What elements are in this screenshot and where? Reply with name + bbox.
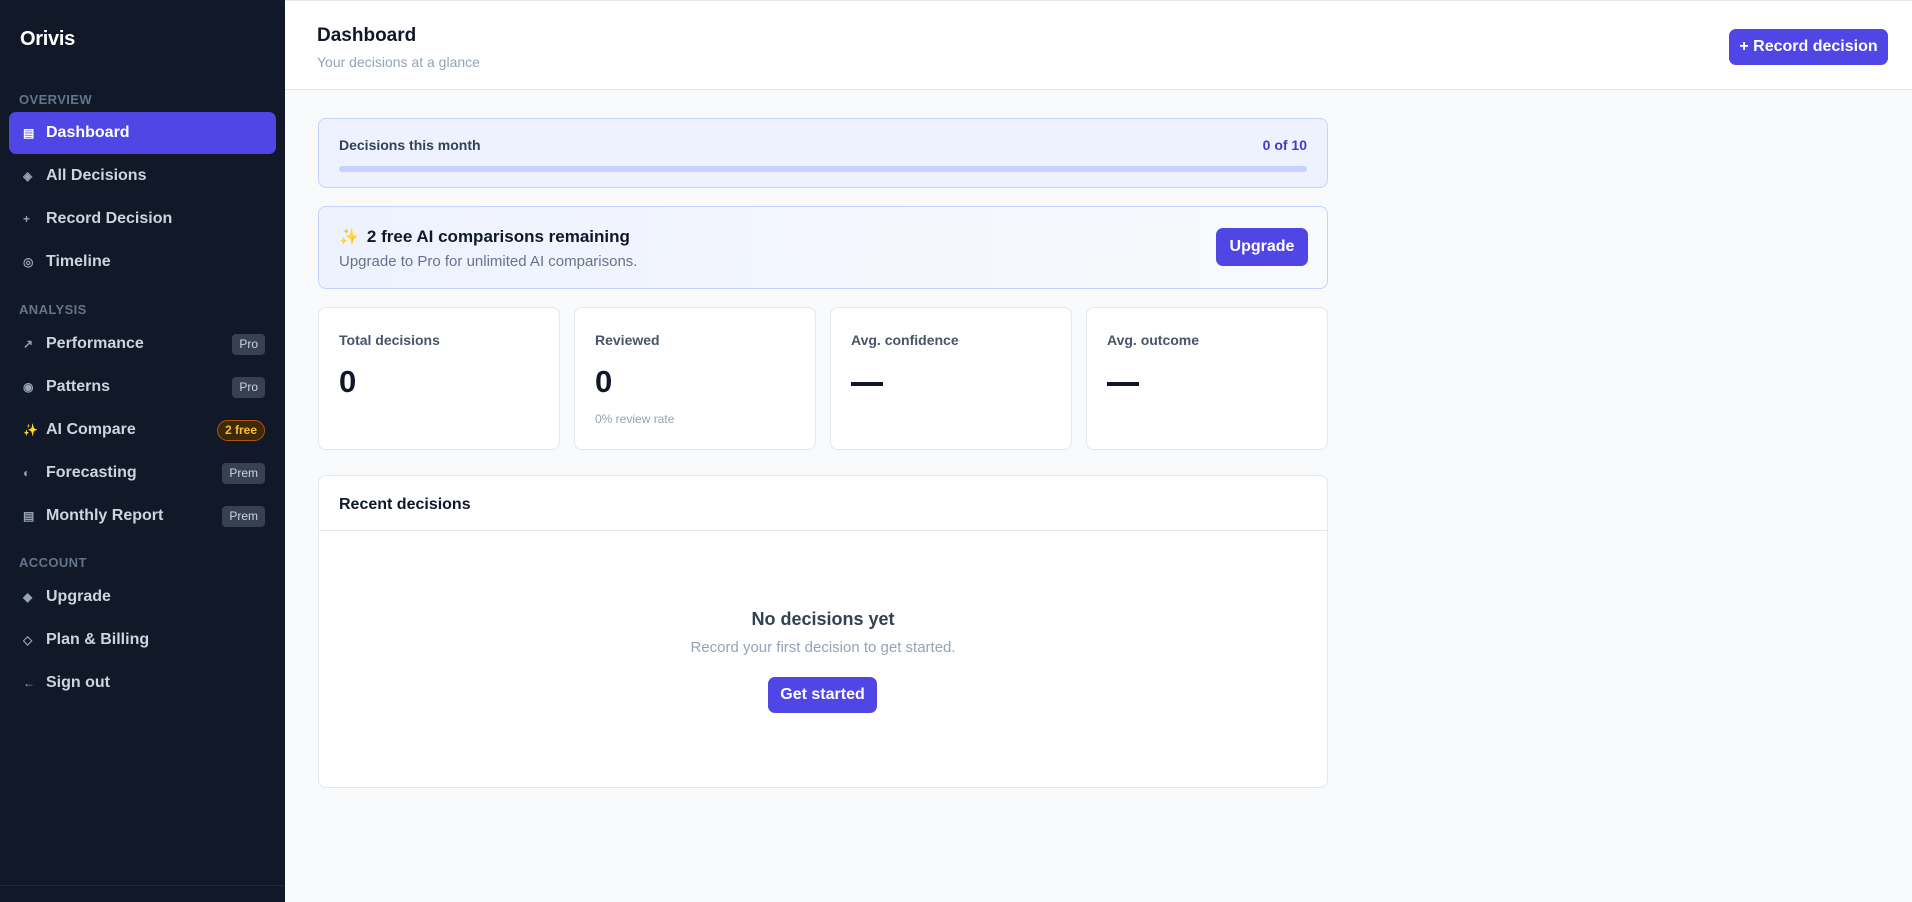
sidebar-item-record-decision[interactable]: + Record Decision — [9, 198, 276, 240]
stat-card-avg-confidence: Avg. confidence — — [830, 307, 1072, 450]
record-decision-button[interactable]: + Record decision — [1729, 29, 1888, 65]
sidebar-item-label: Upgrade — [46, 588, 111, 605]
sidebar-item-plan-billing[interactable]: ◇ Plan & Billing — [9, 619, 276, 661]
sparkles-icon: ✨ — [339, 229, 359, 246]
free-badge: 2 free — [216, 420, 265, 441]
empty-state-title: No decisions yet — [751, 609, 895, 629]
sidebar-item-label: Dashboard — [46, 124, 130, 141]
prem-badge: Prem — [222, 463, 265, 484]
sidebar-item-monthly-report[interactable]: ▤ Monthly Report Prem — [9, 495, 276, 537]
empty-value-dash — [851, 382, 883, 386]
report-icon: ▤ — [23, 509, 35, 523]
upgrade-icon: ◆ — [23, 590, 33, 604]
brand-logo[interactable]: Orivis — [20, 28, 75, 51]
sidebar-item-performance[interactable]: ↗ Performance Pro — [9, 323, 276, 365]
sidebar-item-dashboard[interactable]: ▤ Dashboard — [9, 112, 276, 154]
sidebar-item-ai-compare[interactable]: ✨ AI Compare 2 free — [9, 409, 276, 451]
stat-card-reviewed: Reviewed 0 0% review rate — [574, 307, 816, 450]
sidebar-item-label: Timeline — [46, 253, 111, 270]
recent-decisions-card: Recent decisions No decisions yet Record… — [318, 475, 1328, 788]
timeline-icon: ◎ — [23, 255, 34, 269]
ai-banner-title-row: ✨ 2 free AI comparisons remaining — [339, 227, 630, 247]
sidebar-item-label: Forecasting — [46, 464, 137, 481]
sidebar-item-label: Performance — [46, 335, 144, 352]
sidebar-item-timeline[interactable]: ◎ Timeline — [9, 241, 276, 283]
review-rate-note: 0% review rate — [595, 412, 675, 426]
stat-label: Avg. outcome — [1107, 332, 1200, 348]
patterns-icon: ◉ — [23, 380, 34, 394]
sidebar-item-label: Monthly Report — [46, 507, 164, 524]
sidebar-item-forecasting[interactable]: ◐ Forecasting Prem — [9, 452, 276, 494]
prem-badge: Prem — [222, 506, 265, 527]
section-label-analysis: ANALYSIS — [19, 302, 87, 317]
get-started-button[interactable]: Get started — [768, 677, 877, 713]
sidebar-item-label: AI Compare — [46, 421, 136, 438]
page-subtitle: Your decisions at a glance — [317, 54, 480, 70]
quota-label: Decisions this month — [339, 137, 481, 153]
stat-label: Reviewed — [595, 332, 660, 348]
sidebar-item-upgrade[interactable]: ◆ Upgrade — [9, 576, 276, 618]
stat-value: 0 — [595, 364, 613, 399]
plus-icon: + — [23, 212, 31, 226]
divider — [319, 530, 1327, 531]
sidebar: Orivis OVERVIEW ▤ Dashboard ◈ All Decisi… — [0, 0, 285, 902]
empty-state-subtitle: Record your first decision to get starte… — [690, 639, 956, 656]
quota-value: 0 of 10 — [1262, 137, 1307, 153]
quota-progress-bar — [339, 166, 1307, 172]
recent-decisions-title: Recent decisions — [339, 496, 471, 513]
stat-card-total-decisions: Total decisions 0 — [318, 307, 560, 450]
dashboard-icon: ▤ — [23, 126, 35, 140]
sidebar-item-patterns[interactable]: ◉ Patterns Pro — [9, 366, 276, 408]
pro-badge: Pro — [232, 377, 265, 398]
trend-icon: ↗ — [23, 337, 34, 351]
ai-banner-subtitle: Upgrade to Pro for unlimited AI comparis… — [339, 253, 638, 270]
sparkles-icon: ✨ — [23, 423, 38, 437]
sidebar-item-all-decisions[interactable]: ◈ All Decisions — [9, 155, 276, 197]
page-header: Dashboard Your decisions at a glance + R… — [285, 0, 1912, 90]
sidebar-item-label: Plan & Billing — [46, 631, 150, 648]
upgrade-button[interactable]: Upgrade — [1216, 228, 1308, 266]
ai-banner-title: 2 free AI comparisons remaining — [366, 227, 630, 246]
stat-label: Total decisions — [339, 332, 440, 348]
empty-value-dash — [1107, 382, 1139, 386]
pro-badge: Pro — [232, 334, 265, 355]
diamond-icon: ◈ — [23, 169, 33, 183]
monthly-quota-card: Decisions this month 0 of 10 — [318, 118, 1328, 188]
billing-icon: ◇ — [23, 633, 33, 647]
section-label-overview: OVERVIEW — [19, 92, 93, 107]
sidebar-item-label: Patterns — [46, 378, 111, 395]
ai-comparisons-banner: ✨ 2 free AI comparisons remaining Upgrad… — [318, 206, 1328, 289]
sidebar-item-label: Sign out — [46, 674, 110, 691]
forecast-icon: ◐ — [23, 466, 31, 480]
section-label-account: ACCOUNT — [19, 555, 87, 570]
sidebar-item-label: All Decisions — [46, 167, 147, 184]
sidebar-divider — [0, 885, 285, 886]
stat-card-avg-outcome: Avg. outcome — — [1086, 307, 1328, 450]
stat-value: 0 — [339, 364, 357, 399]
stat-label: Avg. confidence — [851, 332, 959, 348]
arrow-left-icon: ← — [23, 676, 35, 690]
page-title: Dashboard — [317, 25, 417, 46]
sidebar-item-label: Record Decision — [46, 210, 173, 227]
sidebar-item-sign-out[interactable]: ← Sign out — [9, 662, 276, 704]
